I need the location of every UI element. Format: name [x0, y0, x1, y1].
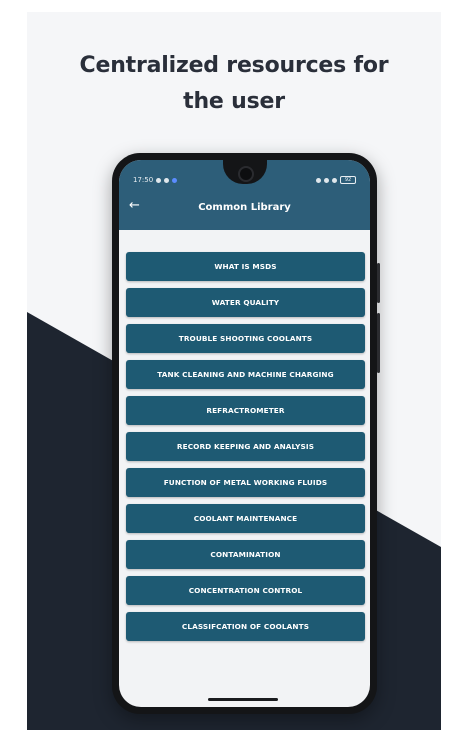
- library-item-button[interactable]: FUNCTION OF METAL WORKING FLUIDS: [126, 468, 365, 497]
- wifi-icon: [324, 177, 329, 183]
- battery-icon: 92: [340, 176, 356, 184]
- arrow-left-icon[interactable]: ←: [129, 198, 140, 213]
- library-item-button[interactable]: RECORD KEEPING AND ANALYSIS: [126, 432, 365, 461]
- page-title: Common Library: [198, 201, 291, 213]
- notification-icon: [164, 177, 170, 183]
- phone-frame: 17:50 92 ← Common Library WHAT IS MSDS W…: [112, 153, 380, 714]
- library-list: WHAT IS MSDS WATER QUALITY TROUBLE SHOOTIN…: [126, 252, 365, 648]
- home-indicator[interactable]: [208, 698, 278, 701]
- library-item-button[interactable]: TANK CLEANING AND MACHINE CHARGING: [126, 360, 365, 389]
- promo-headline: Centralized resources for the user: [27, 48, 441, 120]
- library-item-button[interactable]: CONTAMINATION: [126, 540, 365, 569]
- library-item-button[interactable]: COOLANT MAINTENANCE: [126, 504, 365, 533]
- app-notification-icon: [172, 177, 178, 183]
- headline-line-2: the user: [183, 89, 285, 114]
- vibrate-icon: [316, 177, 321, 183]
- library-item-button[interactable]: CONCENTRATION CONTROL: [126, 576, 365, 605]
- volume-button: [377, 263, 380, 303]
- status-time: 17:50: [133, 176, 154, 184]
- headline-line-1: Centralized resources for: [79, 53, 389, 78]
- library-item-button[interactable]: CLASSIFCATION OF COOLANTS: [126, 612, 365, 641]
- library-item-button[interactable]: WHAT IS MSDS: [126, 252, 365, 281]
- library-item-button[interactable]: REFRACTROMETER: [126, 396, 365, 425]
- front-camera: [238, 166, 254, 182]
- promo-card: Centralized resources for the user 17:50: [27, 12, 441, 730]
- signal-icon: [332, 177, 337, 183]
- phone-screen: 17:50 92 ← Common Library WHAT IS MSDS W…: [119, 160, 370, 707]
- library-item-button[interactable]: WATER QUALITY: [126, 288, 365, 317]
- library-item-button[interactable]: TROUBLE SHOOTING COOLANTS: [126, 324, 365, 353]
- app-bar: 17:50 92 ← Common Library: [119, 160, 370, 230]
- power-button: [377, 313, 380, 373]
- gear-icon: [156, 177, 162, 183]
- toolbar: ← Common Library: [119, 194, 370, 220]
